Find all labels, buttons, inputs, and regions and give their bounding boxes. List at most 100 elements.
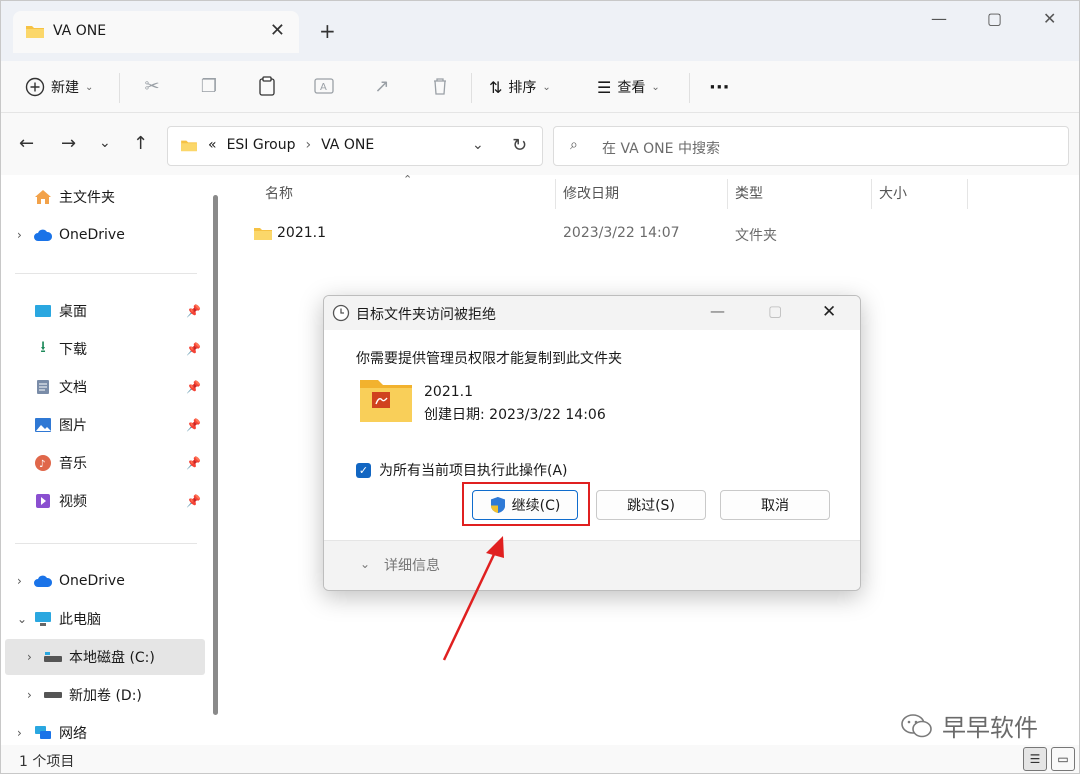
pin-icon[interactable]: 📌 [186,380,201,394]
tab-label: VA ONE [53,23,107,39]
home-icon [33,188,53,206]
chevron-down-icon[interactable]: ⌄ [472,137,484,153]
column-divider[interactable] [555,179,556,209]
column-header-modified[interactable]: 修改日期 [563,183,619,203]
dialog-title-bar: 目标文件夹访问被拒绝 — ▢ ✕ [324,296,860,330]
sidebar-item-home[interactable]: 主文件夹 [1,179,207,215]
chevron-down-icon: ⌄ [542,81,551,93]
sidebar-item-onedrive-top[interactable]: › OneDrive [1,217,207,253]
drive-icon [43,686,63,704]
view-label: 查看 [617,80,646,96]
drive-icon [43,648,63,666]
dialog-details-bar: ⌄ 详细信息 [324,540,860,590]
sidebar-item-drive-c[interactable]: › 本地磁盘 (C:) [5,639,205,675]
delete-icon[interactable] [427,73,453,99]
paste-icon[interactable] [254,73,280,99]
breadcrumb: « ESI Group › VA ONE [180,137,374,153]
recent-locations-chevron-icon[interactable]: ⌄ [99,135,111,151]
cancel-button[interactable]: 取消 [720,490,830,520]
document-icon [33,378,53,396]
details-view-button[interactable]: ☰ [1023,747,1047,771]
divider [15,543,197,544]
new-button[interactable]: 新建 ⌄ [25,73,93,101]
pin-icon[interactable]: 📌 [186,418,201,432]
share-icon[interactable]: ↗ [369,73,395,99]
address-bar[interactable]: « ESI Group › VA ONE ⌄ ↻ [167,126,543,166]
pin-icon[interactable]: 📌 [186,304,201,318]
more-button[interactable]: ··· [709,73,730,101]
clock-icon [332,304,350,322]
minimize-button[interactable]: — [931,9,947,28]
search-icon: ⌕ [570,137,578,153]
chevron-down-icon[interactable]: ⌄ [360,557,370,571]
file-type: 文件夹 [735,228,777,244]
dialog-title: 目标文件夹访问被拒绝 [356,307,496,323]
up-arrow-icon[interactable]: ↑ [133,133,148,154]
sidebar-scrollbar[interactable] [213,195,218,715]
sidebar-item-this-pc[interactable]: ⌄ 此电脑 [1,601,207,637]
search-box[interactable]: ⌕ 在 VA ONE 中搜索 [553,126,1069,166]
cut-icon[interactable]: ✂ [139,73,165,99]
sidebar-item-onedrive[interactable]: › OneDrive [1,563,207,599]
divider [15,273,197,274]
tiles-view-button[interactable]: ▭ [1051,747,1075,771]
checkmark-icon[interactable]: ✓ [356,462,371,478]
pin-icon[interactable]: 📌 [186,342,201,356]
sidebar-item-drive-d[interactable]: › 新加卷 (D:) [1,677,207,713]
folder-icon [254,228,272,240]
forward-arrow-icon[interactable]: → [61,133,76,154]
chevron-right-icon[interactable]: › [17,574,33,588]
breadcrumb-overflow[interactable]: « [208,137,217,153]
maximize-button[interactable]: ▢ [987,9,1002,28]
dialog-minimize-button[interactable]: — [710,302,725,320]
column-header-type[interactable]: 类型 [735,183,763,203]
close-icon[interactable]: ✕ [270,20,285,41]
skip-button[interactable]: 跳过(S) [596,490,706,520]
chevron-right-icon[interactable]: › [17,228,33,242]
sort-button[interactable]: ⇅ 排序 ⌄ [489,73,551,101]
chevron-down-icon: ⌄ [85,81,94,93]
pin-icon[interactable]: 📌 [186,494,201,508]
column-divider[interactable] [727,179,728,209]
column-header-name[interactable]: 名称 [265,183,293,203]
chevron-right-icon[interactable]: › [17,726,33,740]
details-toggle[interactable]: 详细信息 [384,555,440,575]
item-count: 1 个项目 [19,754,75,770]
apply-all-label: 为所有当前项目执行此操作(A) [379,463,568,479]
new-tab-button[interactable]: + [319,19,336,43]
back-arrow-icon[interactable]: ← [19,133,34,154]
download-icon: ⭳ [40,336,46,356]
dialog-close-button[interactable]: ✕ [822,302,836,322]
music-icon: ♪ [33,454,53,472]
column-header-size[interactable]: 大小 [879,183,907,203]
command-bar: 新建 ⌄ ✂ ❐ A ↗ ⇅ 排序 ⌄ ☰ 查看 ⌄ ··· [1,61,1079,113]
breadcrumb-item[interactable]: VA ONE [321,137,374,153]
computer-icon [33,610,53,628]
refresh-icon[interactable]: ↻ [512,135,527,156]
breadcrumb-item[interactable]: ESI Group [227,137,296,153]
sidebar-item-videos[interactable]: 视频 📌 [1,483,207,519]
column-divider[interactable] [967,179,968,209]
rename-icon[interactable]: A [311,73,337,99]
cloud-icon [33,572,53,590]
view-button[interactable]: ☰ 查看 ⌄ [597,73,660,101]
sidebar-item-music[interactable]: ♪ 音乐 📌 [1,445,207,481]
divider [471,73,472,103]
copy-icon[interactable]: ❐ [196,73,222,99]
sidebar-item-pictures[interactable]: 图片 📌 [1,407,207,443]
dialog-message: 你需要提供管理员权限才能复制到此文件夹 [356,351,622,367]
window-close-button[interactable]: ✕ [1043,9,1056,28]
tab-va-one[interactable]: VA ONE ✕ [13,11,299,53]
column-divider[interactable] [871,179,872,209]
divider [119,73,120,103]
apply-all-checkbox[interactable]: ✓ 为所有当前项目执行此操作(A) [356,460,568,480]
chevron-right-icon[interactable]: › [27,650,43,664]
watermark: 早早软件 [900,708,1038,743]
pin-icon[interactable]: 📌 [186,456,201,470]
folder-icon [26,26,44,38]
chevron-right-icon[interactable]: › [27,688,43,702]
chevron-down-icon[interactable]: ⌄ [17,612,33,626]
sidebar-item-downloads[interactable]: ⭳ 下载 📌 [1,331,207,367]
sidebar-item-desktop[interactable]: 桌面 📌 [1,293,207,329]
sidebar-item-documents[interactable]: 文档 📌 [1,369,207,405]
